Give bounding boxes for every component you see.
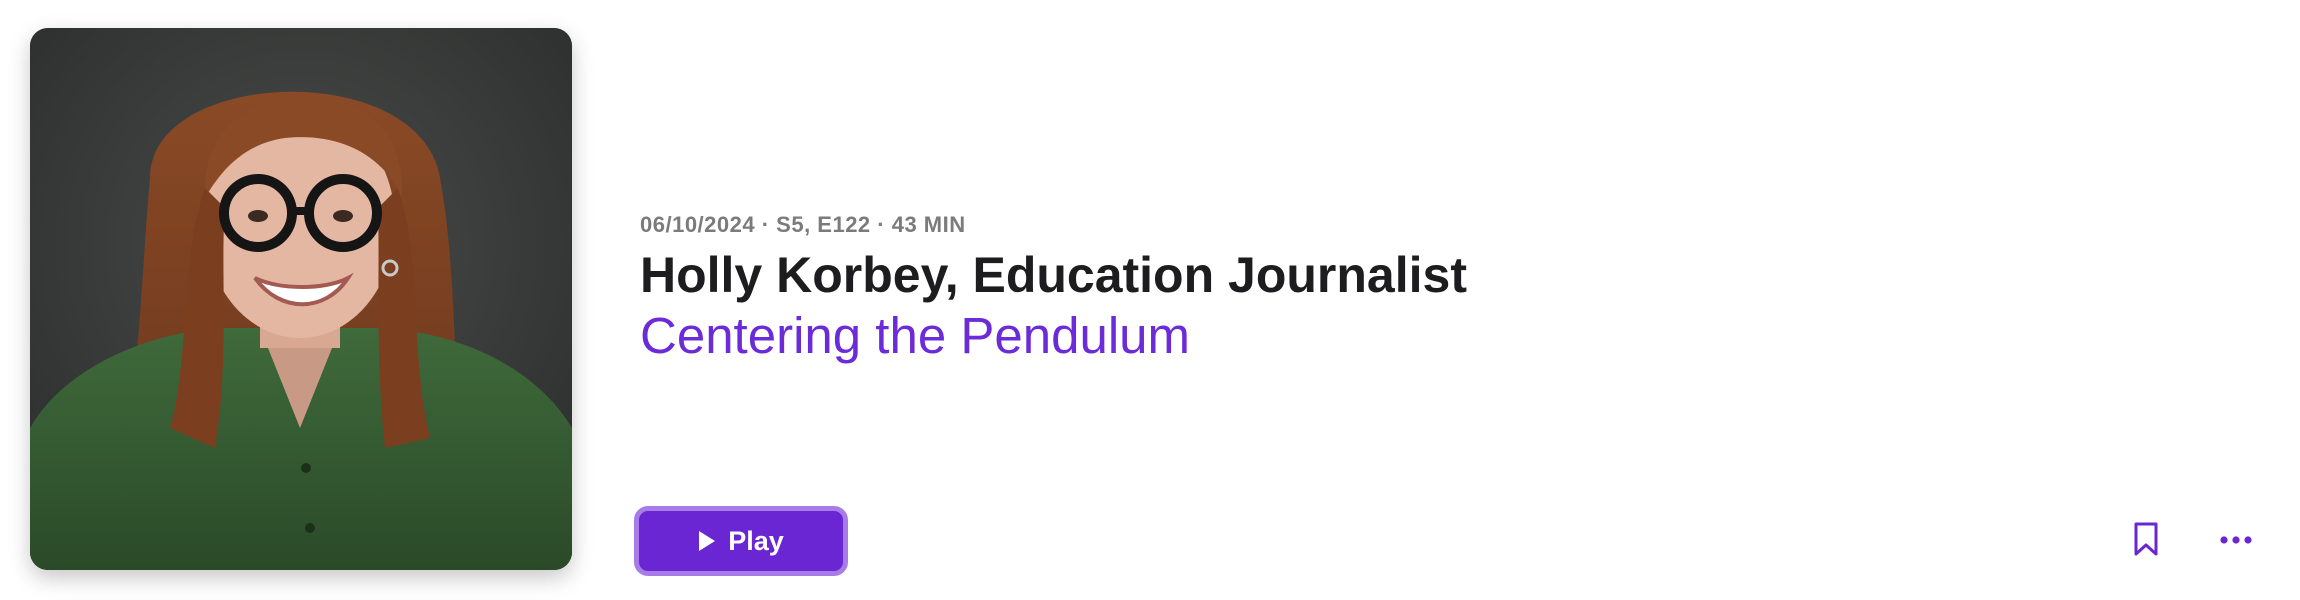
show-link[interactable]: Centering the Pendulum — [640, 306, 1467, 366]
play-button-label: Play — [728, 525, 784, 556]
episode-info: 06/10/2024 · S5, E122 · 43 MIN Holly Kor… — [640, 212, 1467, 366]
ellipsis-icon — [2220, 536, 2252, 544]
episode-artwork — [30, 28, 572, 570]
guest-portrait-image — [30, 28, 572, 570]
play-button[interactable]: Play — [634, 506, 848, 576]
bookmark-icon — [2134, 522, 2158, 556]
play-icon — [699, 531, 716, 551]
more-options-button[interactable] — [2214, 520, 2258, 560]
episode-header: 06/10/2024 · S5, E122 · 43 MIN Holly Kor… — [0, 0, 2300, 600]
bookmark-button[interactable] — [2126, 516, 2166, 562]
episode-meta: 06/10/2024 · S5, E122 · 43 MIN — [640, 212, 966, 237]
episode-title: Holly Korbey, Education Journalist — [640, 247, 1467, 303]
